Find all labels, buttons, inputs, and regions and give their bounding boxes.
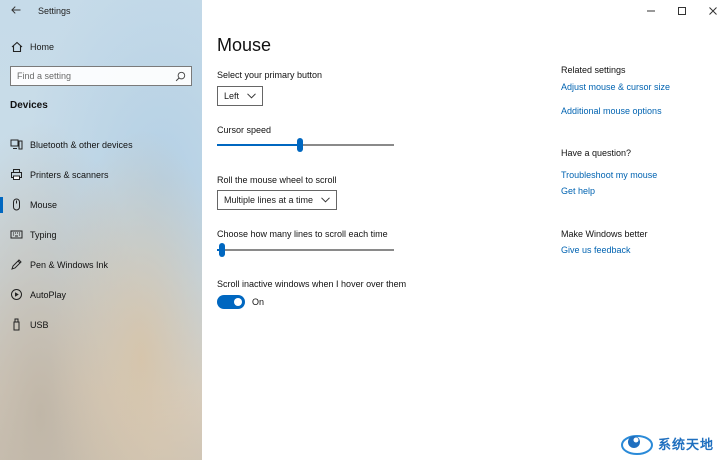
scroll-lines-label: Choose how many lines to scroll each tim… bbox=[217, 229, 388, 239]
pen-icon bbox=[11, 259, 22, 270]
window-controls bbox=[635, 0, 728, 24]
sidebar-item-label: Mouse bbox=[30, 200, 58, 210]
primary-button-dropdown[interactable]: Left bbox=[217, 86, 264, 106]
sidebar-item-typing[interactable]: Typing bbox=[0, 220, 202, 250]
inactive-scroll-label: Scroll inactive windows when I hover ove… bbox=[217, 279, 407, 289]
sidebar-item-pen[interactable]: Pen & Windows Ink bbox=[0, 250, 202, 280]
slider-thumb[interactable] bbox=[219, 243, 225, 257]
maximize-icon bbox=[677, 7, 686, 15]
sidebar-item-label: Bluetooth & other devices bbox=[30, 140, 133, 150]
troubleshoot-mouse-link[interactable]: Troubleshoot my mouse bbox=[561, 170, 657, 180]
bluetooth-devices-icon bbox=[10, 139, 23, 150]
search-icon[interactable] bbox=[175, 71, 186, 82]
give-feedback-link[interactable]: Give us feedback bbox=[561, 245, 631, 255]
sidebar-item-autoplay[interactable]: AutoPlay bbox=[0, 280, 202, 310]
sidebar-nav-list: Bluetooth & other devices Printers & sca… bbox=[0, 130, 202, 340]
group-label-devices: Devices bbox=[10, 100, 48, 111]
toggle-state-text: On bbox=[252, 297, 265, 307]
feedback-heading: Make Windows better bbox=[561, 229, 648, 239]
sidebar-item-label: Pen & Windows Ink bbox=[30, 260, 109, 270]
slider-thumb[interactable] bbox=[297, 138, 303, 152]
get-help-link[interactable]: Get help bbox=[561, 186, 595, 196]
maximize-button[interactable] bbox=[666, 0, 697, 22]
question-heading: Have a question? bbox=[561, 148, 632, 158]
sidebar-item-mouse[interactable]: Mouse bbox=[0, 190, 202, 220]
scroll-mode-value: Multiple lines at a time bbox=[224, 195, 314, 205]
inactive-scroll-toggle[interactable] bbox=[217, 295, 245, 309]
close-icon bbox=[708, 7, 717, 15]
back-arrow-icon bbox=[11, 6, 21, 14]
page-title: Mouse bbox=[217, 35, 272, 55]
primary-button-value: Left bbox=[224, 91, 240, 101]
related-settings-heading: Related settings bbox=[561, 65, 626, 75]
search-input[interactable] bbox=[17, 70, 172, 82]
back-button[interactable] bbox=[8, 4, 24, 20]
usb-icon bbox=[13, 318, 20, 331]
sidebar-item-bluetooth[interactable]: Bluetooth & other devices bbox=[0, 130, 202, 160]
keyboard-icon bbox=[10, 230, 23, 239]
sidebar: Settings Home Devices Bluetooth & other … bbox=[0, 0, 202, 460]
sidebar-item-home[interactable]: Home bbox=[10, 39, 54, 55]
watermark-logo-icon bbox=[621, 435, 653, 455]
additional-mouse-options-link[interactable]: Additional mouse options bbox=[561, 106, 662, 116]
printer-icon bbox=[11, 169, 22, 180]
scroll-mode-label: Roll the mouse wheel to scroll bbox=[217, 175, 337, 185]
sidebar-item-printers[interactable]: Printers & scanners bbox=[0, 160, 202, 190]
scroll-mode-dropdown[interactable]: Multiple lines at a time bbox=[217, 190, 338, 210]
adjust-cursor-size-link[interactable]: Adjust mouse & cursor size bbox=[561, 82, 670, 92]
cursor-speed-slider[interactable] bbox=[217, 138, 394, 152]
chevron-down-icon bbox=[247, 93, 256, 99]
chevron-down-icon bbox=[321, 197, 330, 203]
slider-fill bbox=[217, 144, 300, 146]
watermark: 系统天地 bbox=[620, 428, 728, 458]
search-box[interactable] bbox=[10, 66, 192, 86]
sidebar-item-label: USB bbox=[30, 320, 49, 330]
sidebar-item-usb[interactable]: USB bbox=[0, 310, 202, 340]
close-button[interactable] bbox=[697, 0, 728, 22]
autoplay-icon bbox=[11, 289, 22, 300]
primary-button-label: Select your primary button bbox=[217, 70, 323, 80]
watermark-text: 系统天地 bbox=[658, 436, 715, 452]
slider-track bbox=[217, 249, 394, 251]
sidebar-item-label: Printers & scanners bbox=[30, 170, 109, 180]
mouse-icon bbox=[13, 198, 20, 211]
cursor-speed-label: Cursor speed bbox=[217, 125, 272, 135]
minimize-button[interactable] bbox=[635, 0, 666, 22]
sidebar-item-label: AutoPlay bbox=[30, 290, 67, 300]
sidebar-item-label: Typing bbox=[30, 230, 57, 240]
window-title: Settings bbox=[38, 6, 71, 16]
toggle-knob bbox=[234, 298, 242, 306]
minimize-icon bbox=[646, 10, 655, 12]
scroll-lines-slider[interactable] bbox=[217, 243, 394, 257]
sidebar-home-label: Home bbox=[30, 42, 55, 52]
home-icon bbox=[11, 41, 23, 53]
